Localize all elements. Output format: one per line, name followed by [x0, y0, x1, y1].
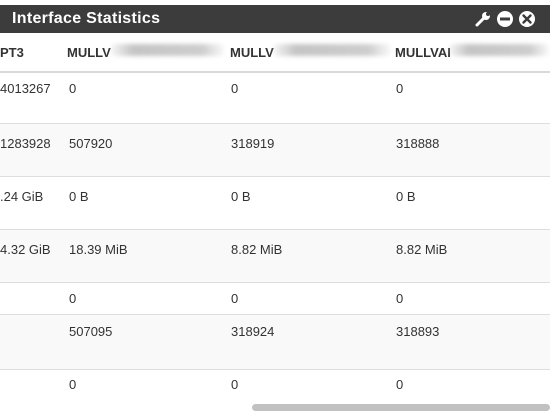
- table-row: 1283928 507920 318919 318888: [0, 124, 550, 177]
- widget-titlebar: Interface Statistics: [0, 5, 550, 33]
- table-cell: 0 B: [69, 189, 89, 204]
- table-cell: 0: [396, 377, 404, 392]
- table-cell: 18.39 MiB: [69, 242, 128, 257]
- table-cell: 0: [231, 291, 239, 306]
- table-header: PT3 MULLV MULLV MULLVAI: [0, 33, 550, 73]
- table-cell: .24 GiB: [0, 189, 44, 204]
- table-cell: 0 B: [396, 189, 416, 204]
- table-cell: 1283928: [0, 136, 51, 151]
- column-header-mullvad-2[interactable]: MULLV: [230, 45, 274, 60]
- stats-table-body: 4013267 0 0 0 1283928 507920 318919 3188…: [0, 71, 550, 406]
- table-cell: 318919: [231, 136, 275, 151]
- redacted-text: [448, 44, 550, 56]
- table-cell: 0: [231, 81, 239, 96]
- table-cell: 318888: [396, 136, 440, 151]
- minus-circle-icon[interactable]: [496, 10, 514, 28]
- table-cell: 318893: [396, 324, 440, 339]
- table-cell: 0: [69, 81, 77, 96]
- column-header-mullvad-1[interactable]: MULLV: [67, 45, 111, 60]
- table-cell: 507920: [69, 136, 113, 151]
- interface-statistics-widget: Interface Statistics PT3 MULLV MULLV MUL…: [0, 0, 550, 412]
- table-row: 507095 318924 318893: [0, 315, 550, 370]
- table-row: .24 GiB 0 B 0 B 0 B: [0, 177, 550, 230]
- table-cell: 4.32 GiB: [0, 242, 51, 257]
- table-cell: 0: [69, 291, 77, 306]
- horizontal-scrollbar[interactable]: [252, 404, 550, 411]
- table-cell: 507095: [69, 324, 113, 339]
- redacted-text: [272, 44, 392, 56]
- table-row: 0 0 0: [0, 283, 550, 315]
- table-cell: 4013267: [0, 81, 51, 96]
- wrench-icon[interactable]: [474, 10, 492, 28]
- table-row: 4013267 0 0 0: [0, 71, 550, 124]
- table-cell: 318924: [231, 324, 275, 339]
- redacted-text: [110, 44, 225, 56]
- table-cell: 8.82 MiB: [231, 242, 283, 257]
- table-cell: 8.82 MiB: [396, 242, 448, 257]
- table-row: 0 0 0: [0, 370, 550, 406]
- table-cell: 0 B: [231, 189, 251, 204]
- widget-title: Interface Statistics: [12, 10, 161, 27]
- close-circle-icon[interactable]: [518, 10, 536, 28]
- column-header-pt3[interactable]: PT3: [0, 45, 24, 60]
- table-row: 4.32 GiB 18.39 MiB 8.82 MiB 8.82 MiB: [0, 230, 550, 283]
- table-cell: 0: [396, 291, 404, 306]
- column-header-mullvad-3[interactable]: MULLVAI: [395, 45, 451, 60]
- table-cell: 0: [231, 377, 239, 392]
- titlebar-icons: [474, 10, 536, 28]
- table-cell: 0: [69, 377, 77, 392]
- table-cell: 0: [396, 81, 404, 96]
